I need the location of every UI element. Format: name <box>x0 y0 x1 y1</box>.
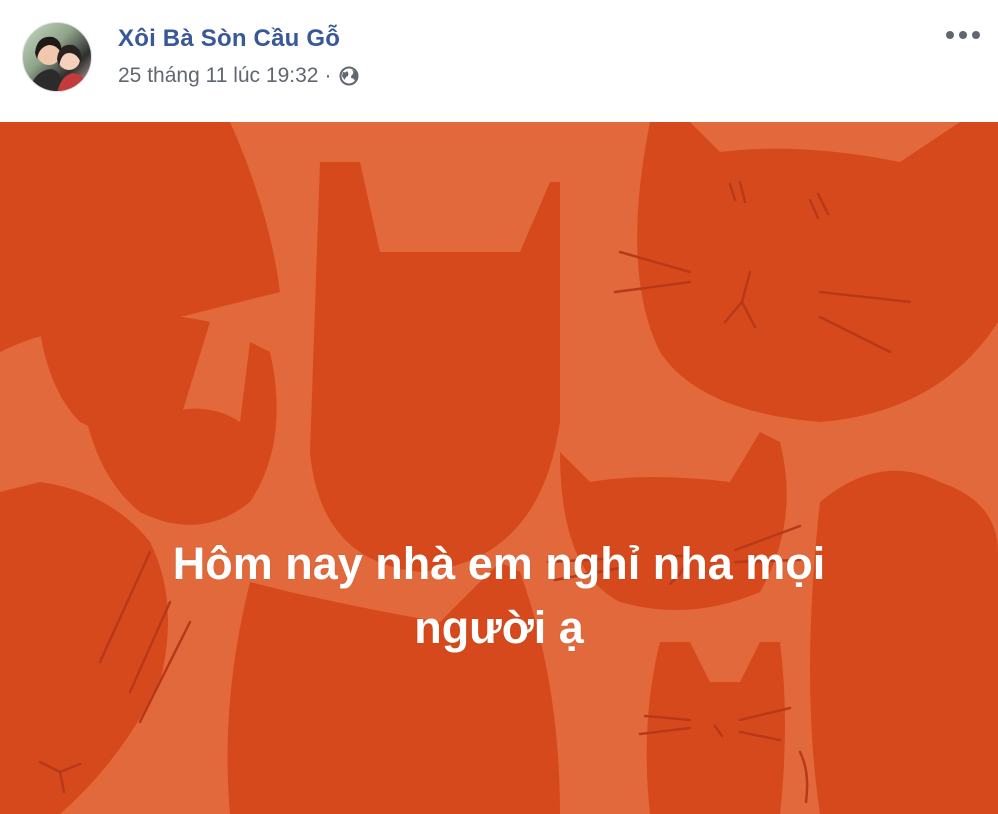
cat-pattern-illustration <box>0 122 998 814</box>
globe-icon[interactable] <box>339 66 359 86</box>
status-background: Hôm nay nhà em nghỉ nha mọi người ạ <box>0 122 998 814</box>
status-line-1: Hôm nay nhà em nghỉ nha mọi <box>172 538 826 589</box>
more-dot <box>959 31 967 39</box>
post-header: Xôi Bà Sòn Cầu Gỗ 25 tháng 11 lúc 19:32 … <box>0 0 998 122</box>
post-meta: 25 tháng 11 lúc 19:32 · <box>118 64 359 88</box>
status-line-2: người ạ <box>414 602 584 653</box>
more-dot <box>946 31 954 39</box>
meta-separator: · <box>324 64 332 87</box>
post-timestamp[interactable]: 25 tháng 11 lúc 19:32 <box>118 64 318 88</box>
facebook-post: Xôi Bà Sòn Cầu Gỗ 25 tháng 11 lúc 19:32 … <box>0 0 998 814</box>
avatar[interactable] <box>22 22 92 92</box>
more-dot <box>972 31 980 39</box>
status-text: Hôm nay nhà em nghỉ nha mọi người ạ <box>40 532 958 660</box>
more-options-icon[interactable] <box>946 28 980 42</box>
post-author-name[interactable]: Xôi Bà Sòn Cầu Gỗ <box>118 25 340 53</box>
